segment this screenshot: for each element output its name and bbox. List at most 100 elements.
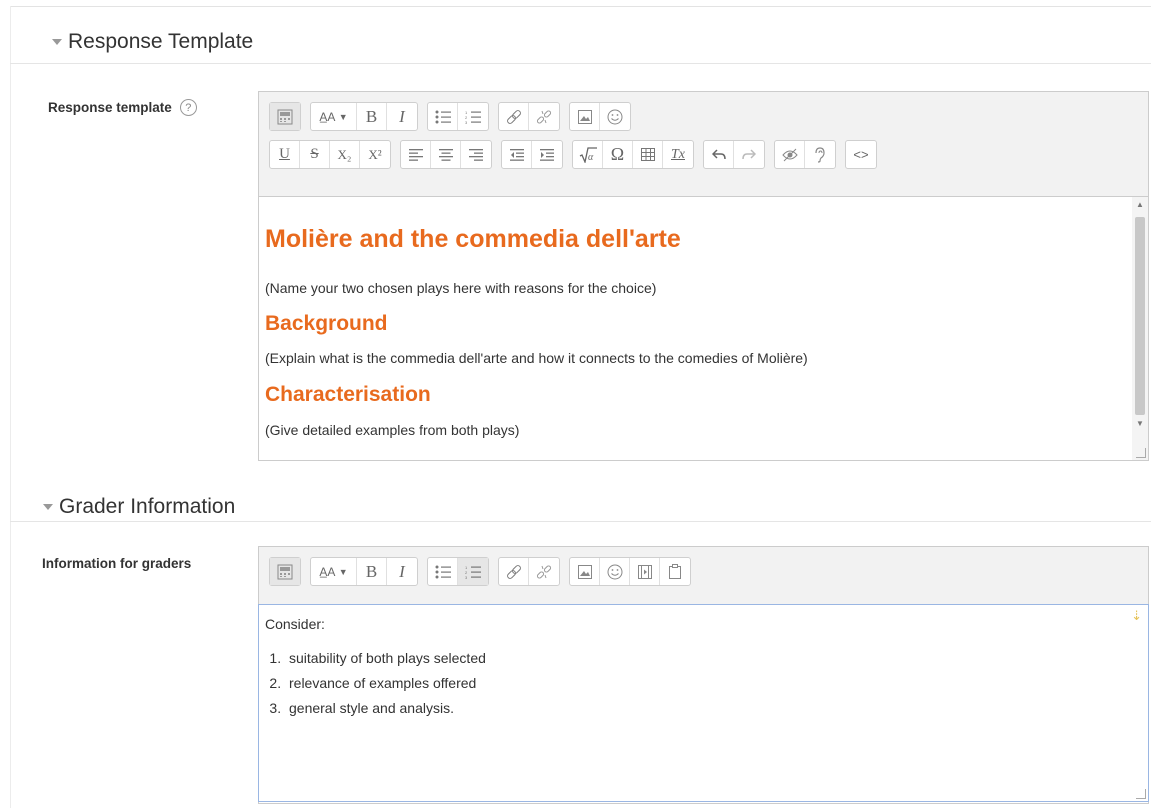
bold-button[interactable]: B	[357, 103, 387, 130]
font-style-dropdown[interactable]: A̲A ▼	[311, 103, 357, 130]
outdent-icon	[509, 148, 524, 161]
response-template-section-header[interactable]: Response Template	[52, 30, 253, 54]
align-center-button[interactable]	[431, 141, 461, 168]
response-template-content[interactable]: Molière and the commedia dell'arte (Name…	[259, 197, 1148, 460]
image-icon	[577, 109, 592, 124]
template-heading: Molière and the commedia dell'arte	[265, 225, 681, 253]
clear-formatting-button[interactable]: Tx	[663, 141, 693, 168]
unordered-list-button[interactable]	[428, 103, 458, 130]
undo-icon	[711, 148, 726, 159]
toolbar-toggle-icon	[277, 109, 293, 124]
equation-button[interactable]: α	[573, 141, 603, 168]
collapse-triangle-icon	[43, 504, 53, 510]
toolbar-toggle-button[interactable]	[270, 103, 300, 130]
align-right-icon	[469, 148, 483, 161]
template-characterisation-text: (Give detailed examples from both plays)	[265, 422, 520, 438]
clipboard-icon	[669, 564, 681, 579]
smiley-icon	[607, 564, 622, 579]
toolbar-toggle-button[interactable]	[270, 558, 300, 585]
italic-button[interactable]: I	[387, 558, 417, 585]
unordered-list-button[interactable]	[428, 558, 458, 585]
grader-criteria-list: suitability of both plays selectedreleva…	[259, 646, 486, 721]
align-left-icon	[408, 148, 423, 161]
insert-image-button[interactable]	[570, 103, 600, 130]
vertical-scrollbar[interactable]: ▲ ▼	[1132, 197, 1148, 460]
unlink-button[interactable]	[529, 558, 559, 585]
ear-icon	[815, 146, 825, 163]
scroll-up-arrow-icon[interactable]: ▲	[1136, 200, 1144, 209]
grader-information-section-header[interactable]: Grader Information	[43, 495, 235, 519]
scroll-down-arrow-icon[interactable]: ▼	[1136, 419, 1144, 428]
template-intro-text: (Name your two chosen plays here with re…	[265, 280, 657, 296]
bold-button[interactable]: B	[357, 558, 387, 585]
bullet-list-icon	[435, 565, 451, 578]
insert-media-button[interactable]	[630, 558, 660, 585]
html-source-button[interactable]: <>	[846, 141, 876, 168]
link-icon	[506, 564, 521, 579]
editor-toolbar: A̲A ▼ B I 123	[259, 547, 1148, 605]
manage-files-button[interactable]	[660, 558, 690, 585]
redo-button[interactable]	[734, 141, 764, 168]
list-item: relevance of examples offered	[285, 671, 486, 696]
film-icon	[637, 564, 652, 579]
dropdown-caret-icon: ▼	[338, 111, 348, 122]
link-button[interactable]	[499, 103, 529, 130]
toolbar-toggle-icon	[277, 564, 293, 579]
bullet-list-icon	[435, 110, 451, 123]
eye-slash-icon	[781, 148, 798, 161]
ordered-list-button[interactable]: 123	[458, 103, 488, 130]
resize-handle-icon[interactable]	[1136, 448, 1146, 458]
drag-handle-icon[interactable]: ⇣	[1131, 608, 1142, 624]
section-divider	[10, 63, 1151, 64]
unlink-button[interactable]	[529, 103, 559, 130]
information-for-graders-label: Information for graders	[42, 556, 192, 571]
insert-emoticon-button[interactable]	[600, 558, 630, 585]
undo-button[interactable]	[704, 141, 734, 168]
font-style-dropdown[interactable]: A̲A ▼	[311, 558, 357, 585]
indent-button[interactable]	[532, 141, 562, 168]
section-title: Grader Information	[59, 495, 236, 518]
collapse-triangle-icon	[52, 39, 62, 45]
numbered-list-icon: 123	[465, 565, 481, 579]
grader-intro-text: Consider:	[265, 616, 325, 632]
smiley-icon	[607, 109, 623, 124]
outdent-button[interactable]	[502, 141, 532, 168]
resize-handle-icon[interactable]	[1136, 789, 1146, 799]
link-button[interactable]	[499, 558, 529, 585]
align-left-button[interactable]	[401, 141, 431, 168]
left-divider	[10, 6, 11, 808]
list-item: general style and analysis.	[285, 696, 486, 721]
unlink-icon	[536, 564, 552, 579]
superscript-button[interactable]: X²	[360, 141, 390, 168]
unlink-icon	[536, 109, 552, 124]
align-center-icon	[438, 148, 453, 161]
scrollbar-thumb[interactable]	[1135, 217, 1145, 415]
insert-image-button[interactable]	[570, 558, 600, 585]
template-subheading-background: Background	[265, 312, 388, 335]
help-icon[interactable]: ?	[179, 99, 197, 116]
align-right-button[interactable]	[461, 141, 491, 168]
ordered-list-button[interactable]: 123	[458, 558, 488, 585]
section-title: Response Template	[68, 30, 254, 53]
italic-button[interactable]: I	[387, 103, 417, 130]
redo-icon	[742, 148, 756, 159]
underline-button[interactable]: U	[270, 141, 300, 168]
grader-information-content[interactable]: Consider: suitability of both plays sele…	[258, 604, 1149, 802]
strikethrough-button[interactable]: S	[300, 141, 330, 168]
response-template-label: Response template ?	[48, 99, 197, 116]
screenreader-helper-button[interactable]	[775, 141, 805, 168]
table-button[interactable]	[633, 141, 663, 168]
subscript-button[interactable]: X₂	[330, 141, 360, 168]
toolbar-row-1: A̲A ▼ B I 123	[269, 101, 1148, 132]
accessibility-checker-button[interactable]	[805, 141, 835, 168]
svg-text:3: 3	[465, 120, 468, 124]
table-icon	[640, 148, 655, 161]
special-character-button[interactable]: Ω	[603, 141, 633, 168]
dropdown-caret-icon: ▼	[338, 566, 348, 577]
template-subheading-characterisation: Characterisation	[265, 383, 431, 406]
list-item: suitability of both plays selected	[285, 646, 486, 671]
toolbar-row-1: A̲A ▼ B I 123	[269, 556, 1148, 587]
grader-information-editor: A̲A ▼ B I 123 Consider: suitability of b…	[258, 546, 1149, 804]
toolbar-row-2: U S X₂ X² α Ω Tx <>	[269, 139, 1148, 170]
insert-emoticon-button[interactable]	[600, 103, 630, 130]
